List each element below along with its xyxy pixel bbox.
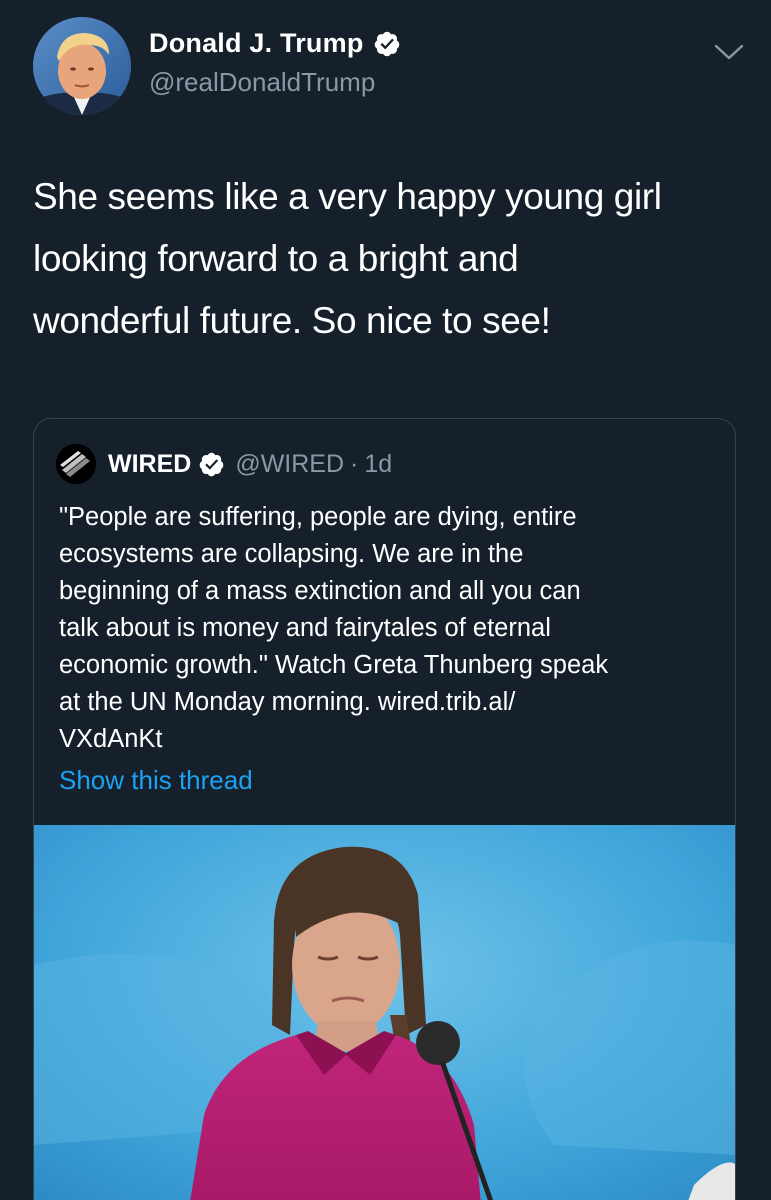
quoted-author-handle[interactable]: @WIRED <box>235 450 344 479</box>
tweet-screen: Donald J. Trump @realDonaldTrump She see… <box>0 0 771 1200</box>
verified-badge-icon <box>198 451 225 478</box>
author-name[interactable]: Donald J. Trump <box>149 28 364 59</box>
wired-logo-icon <box>56 444 96 484</box>
quoted-text-line: economic growth." Watch Greta Thunberg s… <box>59 651 609 679</box>
tweet-text-line: She seems like a very happy young girl <box>33 176 662 217</box>
tweet-text-line: looking forward to a bright and <box>33 238 519 279</box>
tweet-text-line: wonderful future. So nice to see! <box>33 300 551 341</box>
quoted-text-line: ecosystems are collapsing. We are in the <box>59 540 524 568</box>
quoted-text-line: talk about is money and fairytales of et… <box>59 614 551 642</box>
quoted-text-line: beginning of a mass extinction and all y… <box>59 577 581 605</box>
author-handle[interactable]: @realDonaldTrump <box>149 67 375 98</box>
quoted-tweet-media[interactable] <box>34 825 735 1200</box>
author-name-row[interactable]: Donald J. Trump <box>149 28 401 59</box>
quoted-tweet-card[interactable]: WIRED @WIRED · 1d "People are suffering,… <box>33 418 736 1200</box>
quoted-author-name[interactable]: WIRED <box>108 450 191 479</box>
tweet-text: She seems like a very happy young girl l… <box>33 166 733 352</box>
quoted-tweet-text: "People are suffering, people are dying,… <box>59 499 719 758</box>
quoted-timestamp[interactable]: 1d <box>364 450 392 479</box>
verified-badge-icon <box>373 30 401 58</box>
quoted-text-line: VXdAnKt <box>59 725 163 753</box>
chevron-down-icon[interactable] <box>712 38 746 64</box>
show-thread-link[interactable]: Show this thread <box>59 765 253 796</box>
quoted-text-line: at the UN Monday morning. wired.trib.al/ <box>59 688 516 716</box>
quoted-tweet-header: WIRED @WIRED · 1d <box>56 444 392 484</box>
dot-separator: · <box>350 449 359 478</box>
quoted-text-line: "People are suffering, people are dying,… <box>59 503 577 531</box>
author-avatar[interactable] <box>33 17 131 115</box>
